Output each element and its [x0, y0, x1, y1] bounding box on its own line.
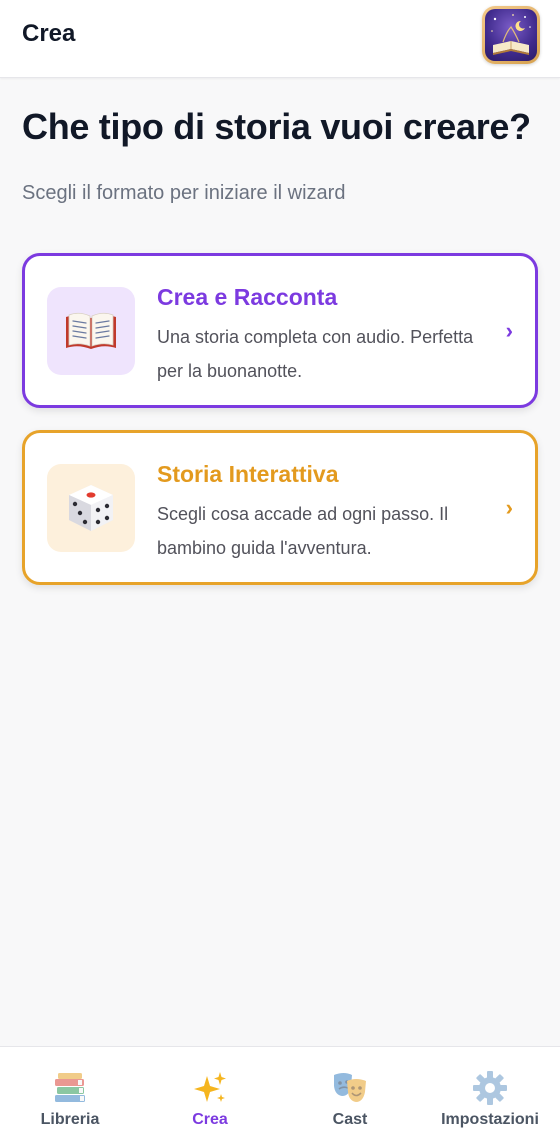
option-card-storia-interattiva[interactable]: Storia Interattiva Scegli cosa accade ad… — [22, 430, 538, 585]
page-subtitle: Scegli il formato per iniziare il wizard — [22, 182, 346, 204]
card-title: Crea e Racconta — [157, 284, 338, 310]
option-card-crea-e-racconta[interactable]: Crea e Racconta Una storia completa con … — [22, 253, 538, 408]
page-title: Che tipo di storia vuoi creare? — [22, 106, 531, 147]
nav-item-crea[interactable]: Crea — [140, 1047, 280, 1140]
chevron-right-icon: › — [505, 318, 513, 343]
sparkles-icon — [191, 1069, 229, 1107]
nav-item-libreria[interactable]: Libreria — [0, 1047, 140, 1140]
open-book-icon — [66, 312, 116, 349]
dice-icon — [69, 485, 113, 531]
nav-label: Crea — [192, 1111, 228, 1128]
card-description: Una storia completa con audio. Perfetta … — [157, 327, 474, 381]
storybook-logo-icon — [485, 9, 537, 61]
card-title: Storia Interattiva — [157, 461, 339, 487]
card-description: Scegli cosa accade ad ogni passo. Il bam… — [157, 504, 449, 558]
nav-label: Libreria — [40, 1111, 100, 1128]
card-icon-container — [47, 287, 135, 375]
nav-label: Impostazioni — [441, 1111, 539, 1128]
bottom-navigation: Libreria Crea Cast Impostazioni — [0, 1046, 560, 1140]
top-bar: Crea — [0, 0, 560, 78]
chevron-right-icon: › — [505, 495, 513, 520]
card-icon-container — [47, 464, 135, 552]
nav-label: Cast — [332, 1111, 368, 1128]
nav-item-impostazioni[interactable]: Impostazioni — [420, 1047, 560, 1140]
gear-icon — [471, 1069, 509, 1107]
app-logo[interactable] — [482, 6, 540, 64]
theater-masks-icon — [331, 1069, 369, 1107]
nav-item-cast[interactable]: Cast — [280, 1047, 420, 1140]
books-icon — [51, 1069, 89, 1107]
header-title: Crea — [22, 20, 76, 47]
